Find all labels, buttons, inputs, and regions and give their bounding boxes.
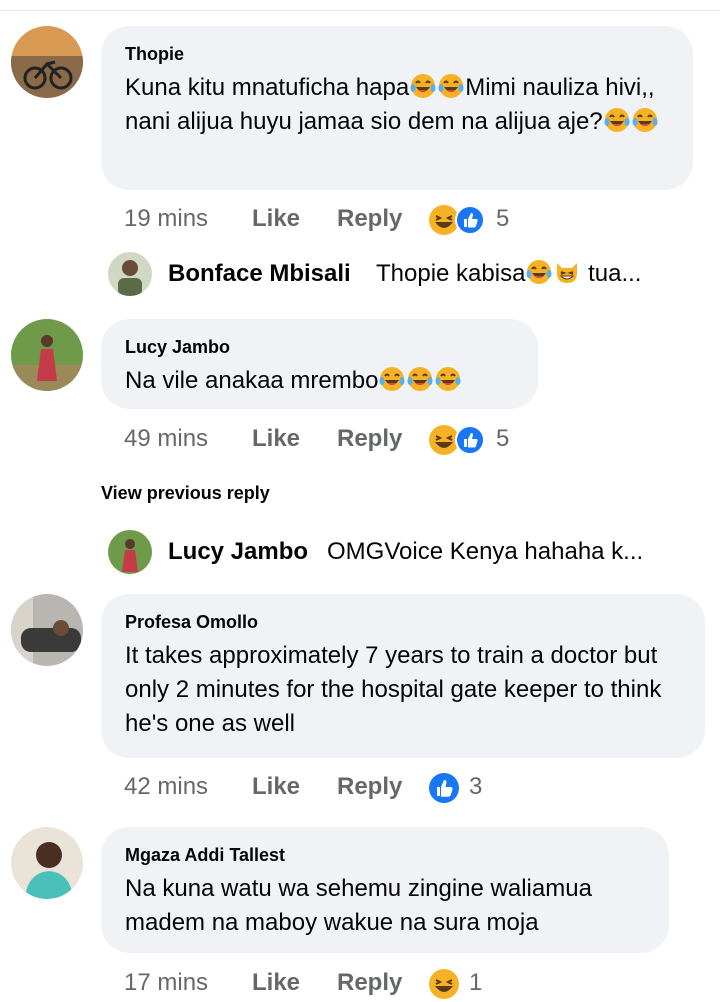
reply-author[interactable]: Lucy Jambo: [168, 536, 308, 568]
tears-of-joy-emoji-icon: [410, 73, 436, 99]
reply-text: OMGVoice Kenya hahaha k...: [327, 538, 644, 565]
reaction-count[interactable]: 1: [469, 966, 482, 1000]
tears-of-joy-emoji-icon: [438, 73, 464, 99]
comment-actions: 42 mins Like Reply 3: [124, 770, 524, 804]
avatar[interactable]: [11, 827, 83, 899]
reply-author[interactable]: Bonface Mbisali: [168, 258, 351, 290]
comment-actions: 17 mins Like Reply 1: [124, 966, 524, 1000]
reaction-summary[interactable]: [427, 772, 461, 804]
comment-bubble: Lucy Jambo Na vile anakaa mrembo: [101, 319, 538, 409]
comment-time[interactable]: 19 mins: [124, 202, 208, 236]
comment-time[interactable]: 17 mins: [124, 966, 208, 1000]
comment-bubble: Thopie Kuna kitu mnatuficha hapa Mimi nau…: [101, 26, 693, 190]
tears-of-joy-emoji-icon: [435, 366, 461, 392]
comment-time[interactable]: 42 mins: [124, 770, 208, 804]
tears-of-joy-emoji-icon: [604, 107, 630, 133]
comment-author[interactable]: Lucy Jambo: [125, 336, 514, 358]
reply-button[interactable]: Reply: [337, 202, 402, 236]
comment-author[interactable]: Mgaza Addi Tallest: [125, 844, 645, 866]
comment-text: It takes approximately 7 years to train …: [125, 642, 662, 737]
reaction-summary[interactable]: [427, 204, 493, 236]
comment-text: Na vile anakaa mrembo: [125, 364, 514, 398]
avatar[interactable]: [108, 530, 152, 574]
comment-actions: 19 mins Like Reply 5: [124, 202, 524, 236]
comment-text: Na kuna watu wa sehemu zingine waliamua …: [125, 875, 592, 936]
reply-button[interactable]: Reply: [337, 966, 402, 1000]
like-button[interactable]: Like: [252, 966, 300, 1000]
grinning-cat-emoji-icon: [554, 259, 580, 285]
reply-preview[interactable]: Lucy Jambo OMGVoice Kenya hahaha k...: [108, 530, 708, 574]
avatar[interactable]: [11, 26, 83, 98]
reply-button[interactable]: Reply: [337, 422, 402, 456]
comment-text-part: Na vile anakaa mrembo: [125, 367, 379, 394]
comment-text-part: Kuna kitu mnatuficha hapa: [125, 74, 410, 101]
reaction-count[interactable]: 5: [496, 422, 509, 456]
reply-text-part: Thopie kabisa: [376, 260, 526, 287]
like-button[interactable]: Like: [252, 422, 300, 456]
tears-of-joy-emoji-icon: [379, 366, 405, 392]
reply-preview[interactable]: Bonface Mbisali Thopie kabisa tua...: [108, 252, 708, 296]
comment-author[interactable]: Profesa Omollo: [125, 611, 681, 633]
tears-of-joy-emoji-icon: [526, 259, 552, 285]
comment-bubble: Profesa Omollo It takes approximately 7 …: [101, 594, 705, 758]
reaction-count[interactable]: 3: [469, 770, 482, 804]
comment-bubble: Mgaza Addi Tallest Na kuna watu wa sehem…: [101, 827, 669, 953]
reaction-count[interactable]: 5: [496, 202, 509, 236]
reply-text: Thopie kabisa tua...: [376, 258, 641, 290]
top-divider: [0, 10, 720, 11]
view-previous-reply-link[interactable]: View previous reply: [101, 480, 270, 506]
comment-time[interactable]: 49 mins: [124, 422, 208, 456]
comment-author[interactable]: Thopie: [125, 43, 669, 65]
tears-of-joy-emoji-icon: [407, 366, 433, 392]
comment-actions: 49 mins Like Reply 5: [124, 422, 524, 456]
avatar[interactable]: [11, 594, 83, 666]
reaction-summary[interactable]: [427, 968, 461, 1000]
reaction-summary[interactable]: [427, 424, 493, 456]
avatar[interactable]: [11, 319, 83, 391]
avatar[interactable]: [108, 252, 152, 296]
tears-of-joy-emoji-icon: [632, 107, 658, 133]
like-button[interactable]: Like: [252, 202, 300, 236]
reply-text-part: tua...: [588, 260, 642, 287]
like-button[interactable]: Like: [252, 770, 300, 804]
reply-button[interactable]: Reply: [337, 770, 402, 804]
comment-text: Kuna kitu mnatuficha hapa Mimi nauliza hi…: [125, 71, 669, 139]
